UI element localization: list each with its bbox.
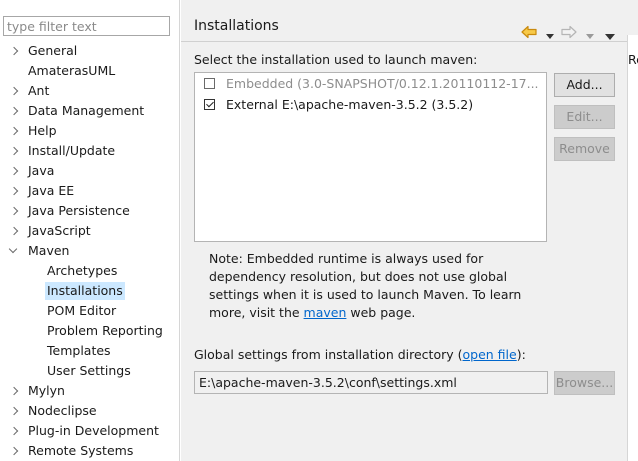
chevron-right-icon[interactable]	[9, 181, 21, 201]
page-title: Installations	[194, 18, 279, 34]
tree-item-label: Nodeclipse	[28, 403, 97, 418]
chevron-down-icon[interactable]	[9, 241, 21, 261]
maven-link[interactable]: maven	[304, 305, 347, 320]
tree-item-label: POM Editor	[47, 303, 117, 318]
chevron-right-icon[interactable]	[9, 421, 21, 441]
tree-item[interactable]: Java Persistence	[0, 201, 179, 221]
chevron-right-icon[interactable]	[9, 401, 21, 421]
tree-item-label: Help	[28, 123, 57, 138]
tree-item[interactable]: AmaterasUML	[0, 61, 179, 81]
tree-item-label: JavaScript	[28, 223, 91, 238]
note-text-end: web page.	[346, 305, 416, 320]
tree-item[interactable]: Data Management	[0, 101, 179, 121]
tree-item[interactable]: Plug-in Development	[0, 421, 179, 441]
tree-item-label: Archetypes	[47, 263, 118, 278]
installation-label: Embedded (3.0-SNAPSHOT/0.12.1.20110112-1…	[226, 76, 539, 91]
tree-item[interactable]: Java EE	[0, 181, 179, 201]
tree-item-label: Plug-in Development	[28, 423, 159, 438]
tree-item-label: Mylyn	[28, 383, 65, 398]
tree-item[interactable]: Ant	[0, 81, 179, 101]
tree-item-label: Java Persistence	[28, 203, 130, 218]
installation-row[interactable]: External E:\apache-maven-3.5.2 (3.5.2)	[195, 94, 546, 115]
tree-item-label: Data Management	[28, 103, 145, 118]
back-arrow-icon[interactable]	[521, 25, 537, 39]
tree-item-label: Java EE	[28, 183, 75, 198]
tree-item-label: Java	[28, 163, 55, 178]
tree-item-label: Ant	[28, 83, 50, 98]
tree-item[interactable]: Archetypes	[0, 261, 179, 281]
tree-item-label: Installations	[45, 282, 125, 300]
installations-list[interactable]: Embedded (3.0-SNAPSHOT/0.12.1.20110112-1…	[194, 72, 547, 242]
tree-item[interactable]: Install/Update	[0, 141, 179, 161]
tree-item-label: AmaterasUML	[28, 63, 116, 78]
browse-button[interactable]: Browse...	[554, 371, 615, 395]
filter-input[interactable]	[3, 16, 170, 36]
installation-checkbox[interactable]	[204, 99, 215, 110]
tree-item-label: Maven	[28, 243, 70, 258]
header-separator	[181, 41, 627, 42]
global-settings-text-end: ):	[516, 347, 526, 362]
chevron-right-icon[interactable]	[9, 381, 21, 401]
tree-item[interactable]: Remote Systems	[0, 441, 179, 461]
edit-button[interactable]: Edit...	[554, 105, 615, 129]
back-history-dropdown-icon[interactable]	[546, 34, 554, 39]
installation-section-label: Select the installation used to launch m…	[194, 52, 478, 67]
tree-item[interactable]: Java	[0, 161, 179, 181]
add-button[interactable]: Add...	[554, 73, 615, 97]
view-menu-icon[interactable]	[605, 34, 615, 40]
adjacent-panel-text: Re	[628, 52, 638, 67]
chevron-right-icon[interactable]	[9, 201, 21, 221]
tree-item[interactable]: Templates	[0, 341, 179, 361]
tree-item[interactable]: POM Editor	[0, 301, 179, 321]
tree-item-label: General	[28, 43, 78, 58]
open-file-link[interactable]: open file	[463, 347, 517, 362]
chevron-right-icon[interactable]	[9, 121, 21, 141]
tree-item-label: Remote Systems	[28, 443, 134, 458]
preferences-dialog: General AmaterasUML Ant Data Management Help…	[0, 0, 638, 461]
chevron-right-icon[interactable]	[9, 221, 21, 241]
preferences-tree: General AmaterasUML Ant Data Management Help…	[0, 41, 179, 461]
global-settings-label: Global settings from installation direct…	[194, 347, 526, 362]
chevron-right-icon[interactable]	[9, 41, 21, 61]
tree-item-label: User Settings	[47, 363, 131, 378]
tree-item[interactable]: User Settings	[0, 361, 179, 381]
chevron-right-icon[interactable]	[9, 101, 21, 121]
tree-item-label: Problem Reporting	[47, 323, 163, 338]
tree-item[interactable]: Installations	[0, 281, 179, 301]
tree-item[interactable]: General	[0, 41, 179, 61]
remove-button[interactable]: Remove	[554, 137, 615, 161]
checkmark-icon	[205, 99, 214, 108]
tree-item[interactable]: Mylyn	[0, 381, 179, 401]
tree-item-label: Templates	[47, 343, 111, 358]
tree-item[interactable]: Nodeclipse	[0, 401, 179, 421]
chevron-right-icon[interactable]	[9, 161, 21, 181]
tree-item-label: Install/Update	[28, 143, 116, 158]
tree-item[interactable]: Help	[0, 121, 179, 141]
installation-row[interactable]: Embedded (3.0-SNAPSHOT/0.12.1.20110112-1…	[195, 73, 546, 94]
chevron-right-icon[interactable]	[9, 441, 21, 461]
forward-history-dropdown-icon	[586, 34, 594, 39]
embedded-runtime-note: Note: Embedded runtime is always used fo…	[209, 250, 554, 322]
chevron-right-icon[interactable]	[9, 141, 21, 161]
tree-item[interactable]: Problem Reporting	[0, 321, 179, 341]
tree-item[interactable]: JavaScript	[0, 221, 179, 241]
installation-checkbox[interactable]	[204, 78, 215, 89]
forward-arrow-icon	[561, 25, 577, 39]
global-settings-path-field: E:\apache-maven-3.5.2\conf\settings.xml	[194, 371, 548, 394]
installation-label: External E:\apache-maven-3.5.2 (3.5.2)	[226, 97, 474, 112]
page-header: Installations	[181, 10, 627, 42]
adjacent-panel-body	[627, 35, 638, 461]
tree-item[interactable]: Maven	[0, 241, 179, 261]
preferences-navigation: General AmaterasUML Ant Data Management Help…	[0, 0, 180, 461]
chevron-right-icon[interactable]	[9, 81, 21, 101]
global-settings-text: Global settings from installation direct…	[194, 347, 463, 362]
preference-page: Installations Select the installation us…	[181, 0, 627, 461]
